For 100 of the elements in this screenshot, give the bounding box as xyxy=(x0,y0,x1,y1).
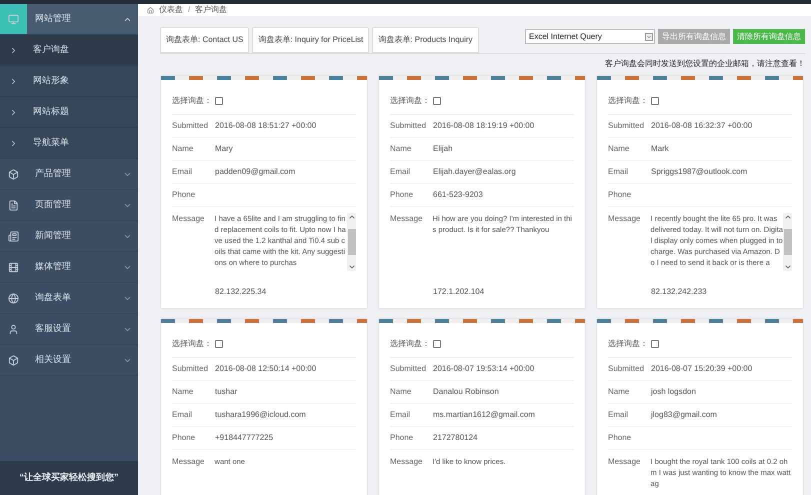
field-label: Name xyxy=(172,386,194,398)
newspaper-icon xyxy=(8,230,19,242)
notice-text: 客户询盘会同时发送到您设置的企业邮箱，请注意查看！ xyxy=(605,58,805,70)
field-value: Danalou Robinson xyxy=(433,386,499,398)
select-label: 选择询盘： xyxy=(608,338,642,350)
field-value: josh logsdon xyxy=(651,386,696,398)
field-label: Phone xyxy=(172,189,196,201)
field-value: jlog83@gmail.com xyxy=(651,409,717,421)
document-icon xyxy=(8,200,19,210)
sidebar-group[interactable]: 网站管理 xyxy=(0,4,138,35)
sidebar-item[interactable]: 网站标题 xyxy=(0,97,138,128)
field-value: ms.martian1612@gmail.com xyxy=(433,409,535,421)
sidebar-group-label: 媒体管理 xyxy=(35,260,72,274)
field-label: Email xyxy=(390,166,412,178)
chevron-icon xyxy=(9,138,18,148)
field-label: Name xyxy=(390,143,412,155)
field-label: Phone xyxy=(608,189,632,201)
select-label: 选择询盘： xyxy=(390,338,424,350)
field-label: Submitted xyxy=(172,363,210,375)
sidebar-group-label: 相关设置 xyxy=(35,353,72,366)
sidebar-item-label: 客户询盘 xyxy=(33,43,69,56)
scroll-thumb[interactable] xyxy=(348,229,356,255)
field-value: 2016-08-07 15:20:39 +00:00 xyxy=(651,363,752,375)
select-label: 选择询盘： xyxy=(608,95,642,107)
field-value: Elijah xyxy=(433,143,453,155)
field-label: Submitted xyxy=(608,120,646,132)
select-label: 选择询盘： xyxy=(172,338,206,350)
breadcrumb-separator: / xyxy=(188,4,190,16)
field-label: Name xyxy=(172,143,194,155)
field-value: 2016-08-08 16:32:37 +00:00 xyxy=(651,120,752,132)
home-icon xyxy=(147,6,154,14)
field-label: Submitted xyxy=(390,363,428,375)
export-format-select[interactable]: Excel Internet Query xyxy=(525,29,655,44)
select-checkbox[interactable] xyxy=(433,97,441,105)
select-checkbox[interactable] xyxy=(651,97,659,105)
field-label: Submitted xyxy=(390,120,428,132)
field-value: 2016-08-08 12:50:14 +00:00 xyxy=(215,363,316,375)
breadcrumb-current: 客户询盘 xyxy=(195,4,228,16)
select-checkbox[interactable] xyxy=(433,340,441,348)
field-label: Message xyxy=(390,456,424,468)
field-label: Message xyxy=(390,213,424,225)
chevron-icon xyxy=(9,108,18,116)
sidebar-item[interactable]: 网站形象 xyxy=(0,66,138,97)
sidebar-group-label: 产品管理 xyxy=(35,167,72,180)
select-label: 选择询盘： xyxy=(172,95,206,107)
form-tab[interactable]: 询盘表单: Products Inquiry xyxy=(372,27,479,53)
ip-address: 82.132.225.34 xyxy=(215,286,266,298)
sidebar-group-label: 网站管理 xyxy=(35,12,72,26)
field-value: Mary xyxy=(215,143,233,155)
field-label: Message xyxy=(172,213,206,225)
field-label: Submitted xyxy=(608,363,646,375)
select-checkbox[interactable] xyxy=(651,340,659,348)
breadcrumb-link[interactable]: 仪表盘 xyxy=(159,4,183,16)
slogan: “让全球买家轻松搜到您” xyxy=(20,471,118,484)
chevron-icon xyxy=(9,76,18,86)
field-label: Message xyxy=(608,213,642,225)
field-label: Message xyxy=(608,456,642,468)
sidebar-item-label: 网站形象 xyxy=(33,74,69,88)
field-label: Phone xyxy=(608,432,632,444)
globe-icon xyxy=(8,292,19,304)
cube-icon xyxy=(8,354,19,366)
scroll-thumb[interactable] xyxy=(784,229,792,255)
field-value: Spriggs1987@outlook.com xyxy=(651,166,748,178)
select-label: 选择询盘： xyxy=(390,95,424,107)
user-icon xyxy=(8,324,19,334)
field-label: Email xyxy=(172,166,194,178)
field-label: Name xyxy=(608,143,630,155)
field-label: Name xyxy=(608,386,630,398)
select-checkbox[interactable] xyxy=(215,97,223,105)
field-value: Mark xyxy=(651,143,669,155)
chevron-icon xyxy=(9,46,18,54)
dropdown-icon xyxy=(645,32,653,40)
field-value: tushara1996@icloud.com xyxy=(215,409,306,421)
form-tab[interactable]: 询盘表单: Contact US xyxy=(160,27,250,53)
field-value: Elijah.dayer@ealas.org xyxy=(433,166,516,178)
sidebar-item[interactable]: 客户询盘 xyxy=(0,35,138,66)
field-value: 2172780124 xyxy=(433,432,478,444)
select-checkbox[interactable] xyxy=(215,340,223,348)
field-label: Phone xyxy=(390,432,414,444)
field-value: tushar xyxy=(215,386,238,398)
field-label: Email xyxy=(608,166,630,178)
field-label: Email xyxy=(390,409,412,421)
field-value: 661-523-9203 xyxy=(433,189,483,201)
scroll-up-icon xyxy=(348,213,356,221)
sidebar-group-label: 页面管理 xyxy=(35,198,72,212)
ip-address: 172.1.202.104 xyxy=(433,286,484,298)
sidebar-group-label: 新闻管理 xyxy=(35,229,72,242)
field-value: 2016-08-07 19:53:14 +00:00 xyxy=(433,363,534,375)
sidebar-group-label: 客服设置 xyxy=(35,322,72,336)
field-label: Email xyxy=(172,409,194,421)
field-value: 2016-08-08 18:51:27 +00:00 xyxy=(215,120,316,132)
sidebar-item[interactable]: 导航菜单 xyxy=(0,128,138,159)
form-tab[interactable]: 询盘表单: Inquiry for PriceList xyxy=(252,27,370,53)
sidebar-item-label: 导航菜单 xyxy=(33,136,69,150)
field-label: Submitted xyxy=(172,120,210,132)
scroll-down-icon xyxy=(348,263,356,271)
scroll-up-icon xyxy=(784,213,792,221)
field-label: Name xyxy=(390,386,412,398)
field-label: Email xyxy=(608,409,630,421)
film-icon xyxy=(8,262,19,272)
